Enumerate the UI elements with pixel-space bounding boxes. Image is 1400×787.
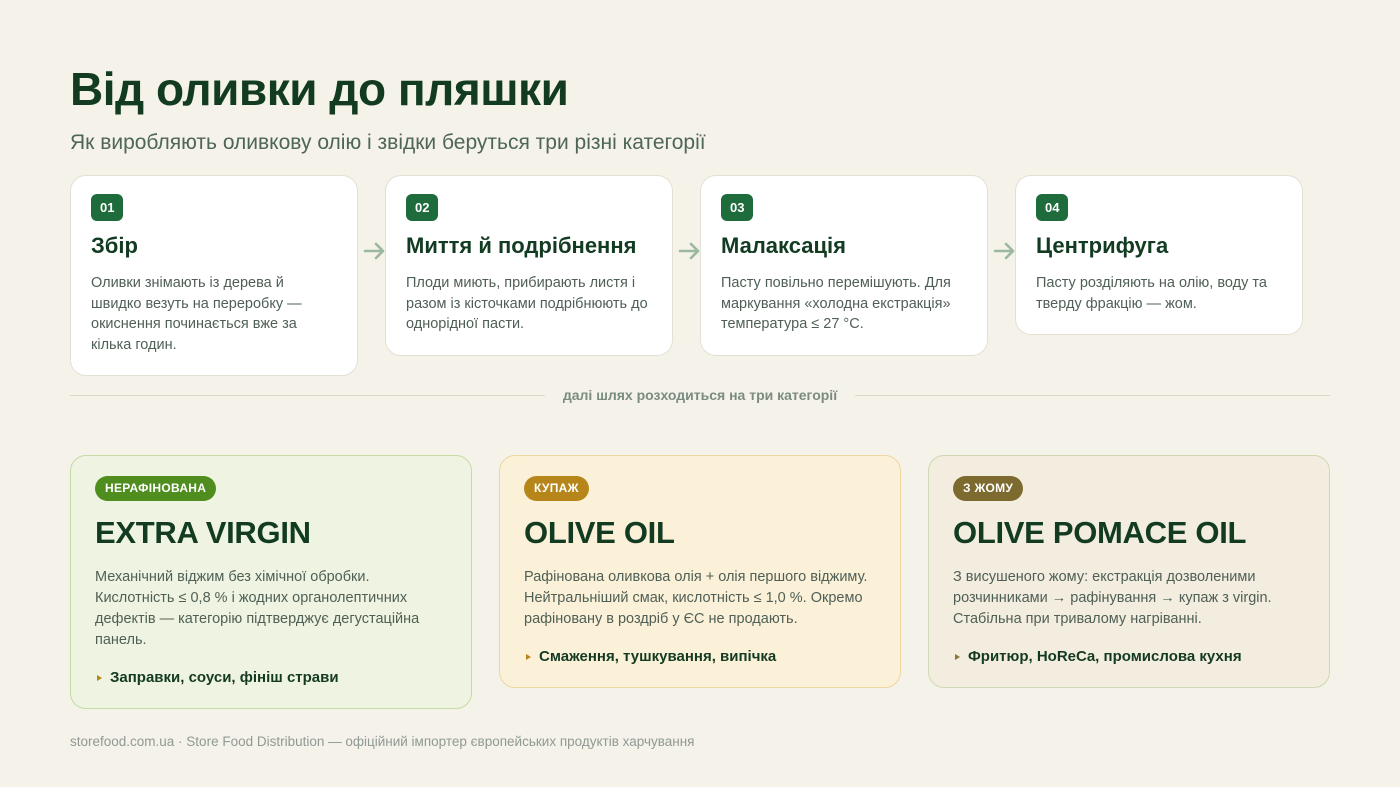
divider-label-text: далі шлях розходиться на три категорії	[544, 387, 856, 403]
category-badge: З ЖОМУ	[953, 476, 1024, 501]
step-description: Оливки знімають із дерева й швидко везут…	[91, 275, 302, 353]
category-badge: КУПАЖ	[524, 476, 589, 501]
category-description: Механічний віджим без хімічної обробки. …	[95, 569, 420, 648]
category-description: Рафінована оливкова олія + олія першого …	[524, 569, 868, 627]
page-title: Від оливки до пляшки	[70, 63, 569, 115]
category-title: OLIVE POMACE OIL	[953, 515, 1247, 550]
category-use-text: Смаження, тушкування, випічка	[539, 648, 777, 665]
category-title: OLIVE OIL	[524, 515, 675, 550]
step-title: Збір	[91, 233, 138, 258]
triangle-bullet-icon	[955, 653, 960, 660]
category-use-text: Заправки, соуси, фініш страви	[110, 669, 339, 686]
category-use: Фритюр, HoReCa, промислова кухня	[953, 648, 1305, 665]
step-number: 04	[1036, 194, 1069, 221]
step-card-washing: 02 Миття й подрібнення Плоди миють, приб…	[385, 175, 673, 356]
divider-label: далі шлях розходиться на три категорії	[0, 387, 1400, 403]
category-use: Заправки, соуси, фініш страви	[95, 669, 447, 686]
triangle-bullet-icon	[526, 653, 531, 660]
category-card-extra-virgin: НЕРАФІНОВАНА EXTRA VIRGIN Механічний від…	[70, 455, 472, 709]
step-card-centrifuge: 04 Центрифуга Пасту розділяють на олію, …	[1015, 175, 1303, 335]
triangle-bullet-icon	[97, 674, 102, 681]
step-description: Плоди миють, прибирають листя і разом із…	[406, 275, 648, 332]
category-use-text: Фритюр, HoReCa, промислова кухня	[968, 648, 1242, 665]
step-number: 03	[721, 194, 754, 221]
step-description: Пасту повільно перемішують. Для маркуван…	[721, 275, 951, 332]
step-title: Миття й подрібнення	[406, 233, 637, 258]
category-card-olive-oil: КУПАЖ OLIVE OIL Рафінована оливкова олія…	[499, 455, 901, 688]
step-number: 01	[91, 194, 124, 221]
step-card-harvest: 01 Збір Оливки знімають із дерева й швид…	[70, 175, 358, 376]
step-title: Малаксація	[721, 233, 846, 258]
step-description: Пасту розділяють на олію, воду та тверду…	[1036, 275, 1267, 312]
footer-text: storefood.com.ua · Store Food Distributi…	[70, 734, 695, 749]
category-card-pomace-oil: З ЖОМУ OLIVE POMACE OIL З висушеного жом…	[928, 455, 1330, 688]
step-number: 02	[406, 194, 439, 221]
page-subtitle: Як виробляють оливкову олію і звідки бер…	[70, 131, 706, 154]
step-card-malaxation: 03 Малаксація Пасту повільно перемішують…	[700, 175, 988, 356]
category-description: З висушеного жому: екстракція дозволеним…	[953, 569, 1272, 627]
category-badge: НЕРАФІНОВАНА	[95, 476, 217, 501]
category-title: EXTRA VIRGIN	[95, 515, 311, 550]
step-title: Центрифуга	[1036, 233, 1169, 258]
category-use: Смаження, тушкування, випічка	[524, 648, 876, 665]
